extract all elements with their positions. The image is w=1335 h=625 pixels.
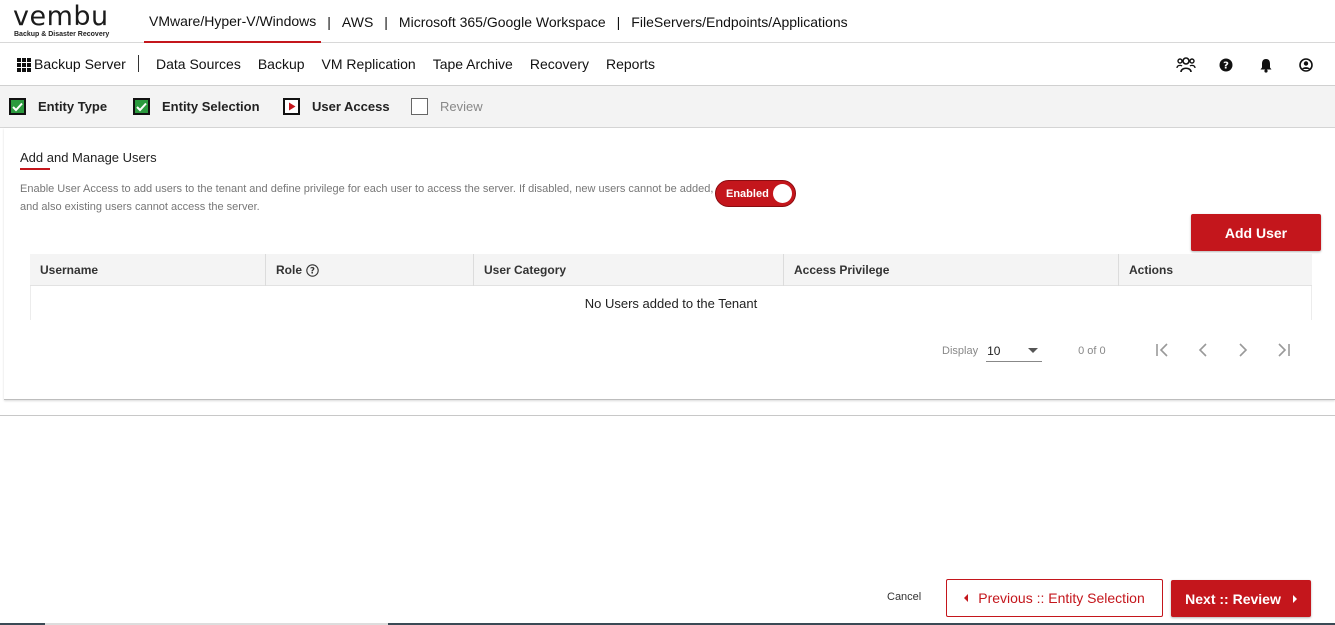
step-label: User Access <box>312 99 390 114</box>
menu-data-sources[interactable]: Data Sources <box>156 56 241 72</box>
logo-tagline: Backup & Disaster Recovery <box>14 31 110 38</box>
nav-separator: | <box>616 13 621 30</box>
step-label: Review <box>440 99 483 114</box>
product-tab-aws[interactable]: AWS <box>337 0 378 43</box>
help-icon[interactable]: ? <box>1215 54 1237 76</box>
pagination: Display 10 0 of 0 <box>942 340 1106 362</box>
svg-text:?: ? <box>310 266 315 276</box>
menu-reports[interactable]: Reports <box>606 56 655 72</box>
product-nav: VMware/Hyper-V/Windows | AWS | Microsoft… <box>144 0 853 43</box>
display-label: Display <box>942 345 979 357</box>
users-table: Username Role ? User Category Access Pri… <box>30 254 1312 320</box>
menu-recovery[interactable]: Recovery <box>530 56 589 72</box>
pagination-buttons <box>1152 338 1294 362</box>
empty-table-message: No Users added to the Tenant <box>30 286 1312 320</box>
svg-text:?: ? <box>1223 61 1229 72</box>
menu-tape-archive[interactable]: Tape Archive <box>433 56 513 72</box>
title-underline <box>20 168 50 170</box>
apps-grid-icon[interactable] <box>17 58 31 72</box>
step-user-access[interactable]: User Access <box>283 98 390 115</box>
step-review[interactable]: Review <box>411 98 483 115</box>
product-tab-vmware[interactable]: VMware/Hyper-V/Windows <box>144 0 322 43</box>
bell-icon[interactable] <box>1255 54 1277 76</box>
next-button-label: Next :: Review <box>1185 590 1281 607</box>
chevron-down-icon <box>1028 348 1039 353</box>
next-page-icon[interactable] <box>1232 338 1254 362</box>
users-group-icon[interactable] <box>1175 54 1197 76</box>
page-count: 0 of 0 <box>1078 345 1106 357</box>
wizard-steps: Entity Type Entity Selection User Access… <box>0 86 1335 128</box>
previous-button-label: Previous :: Entity Selection <box>978 590 1145 606</box>
product-tab-m365[interactable]: Microsoft 365/Google Workspace <box>394 0 611 43</box>
next-button[interactable]: Next :: Review <box>1171 580 1311 617</box>
first-page-icon[interactable] <box>1152 338 1174 362</box>
section-description: Enable User Access to add users to the t… <box>20 183 714 213</box>
logo-wordmark: vembu <box>13 1 109 32</box>
app-label[interactable]: Backup Server <box>34 56 126 72</box>
product-tab-fileservers[interactable]: FileServers/Endpoints/Applications <box>626 0 852 43</box>
add-user-button[interactable]: Add User <box>1191 214 1321 251</box>
col-user-category[interactable]: User Category <box>474 254 784 286</box>
last-page-icon[interactable] <box>1272 338 1294 362</box>
nav-separator: | <box>384 13 388 30</box>
checkbox-checked-icon <box>133 98 150 115</box>
vembu-logo[interactable]: vembu Backup & Disaster Recovery <box>13 3 123 39</box>
prev-page-icon[interactable] <box>1192 338 1214 362</box>
divider <box>0 415 1335 416</box>
checkbox-checked-icon <box>9 98 26 115</box>
toggle-knob <box>773 184 792 203</box>
header-icons: ? <box>1175 54 1317 76</box>
step-label: Entity Selection <box>162 99 260 114</box>
col-role[interactable]: Role ? <box>266 254 474 286</box>
user-access-toggle[interactable]: Enabled <box>715 180 796 207</box>
role-help-icon[interactable]: ? <box>306 263 319 277</box>
caret-right-icon <box>1292 594 1297 603</box>
section-title: Add and Manage Users <box>20 150 157 165</box>
step-entity-type[interactable]: Entity Type <box>9 98 107 115</box>
col-access-privilege[interactable]: Access Privilege <box>784 254 1119 286</box>
page-size-value: 10 <box>987 343 1001 358</box>
main-menu: Data Sources Backup VM Replication Tape … <box>156 56 672 72</box>
nav-separator: | <box>327 13 331 30</box>
col-actions[interactable]: Actions <box>1119 254 1312 286</box>
previous-button[interactable]: Previous :: Entity Selection <box>946 579 1163 617</box>
main-menu-bar: Backup Server Data Sources Backup VM Rep… <box>0 43 1335 86</box>
caret-left-icon <box>964 594 969 602</box>
user-icon[interactable] <box>1295 54 1317 76</box>
step-entity-selection[interactable]: Entity Selection <box>133 98 260 115</box>
top-bar: vembu Backup & Disaster Recovery VMware/… <box>0 0 1335 43</box>
user-access-card: Add and Manage Users Enable User Access … <box>4 128 1335 400</box>
menu-vm-replication[interactable]: VM Replication <box>322 56 416 72</box>
checkbox-empty-icon <box>411 98 428 115</box>
page-size-select[interactable]: 10 <box>986 340 1043 362</box>
step-label: Entity Type <box>38 99 108 114</box>
menu-divider <box>138 55 139 72</box>
play-triangle-icon <box>283 98 300 115</box>
toggle-label: Enabled <box>726 188 769 200</box>
table-header: Username Role ? User Category Access Pri… <box>30 254 1312 286</box>
col-username[interactable]: Username <box>30 254 266 286</box>
cancel-link[interactable]: Cancel <box>887 591 921 603</box>
menu-backup[interactable]: Backup <box>258 56 305 72</box>
